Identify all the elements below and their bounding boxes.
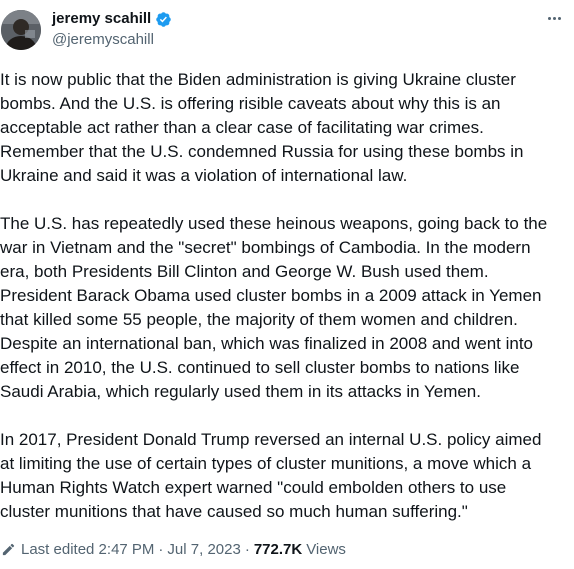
views-label: Views bbox=[306, 540, 346, 558]
tweet-header: jeremy scahill @jeremyscahill bbox=[0, 6, 574, 56]
tweet-metadata: Last edited 2:47 PM · Jul 7, 2023 · 772.… bbox=[1, 539, 346, 559]
more-dot bbox=[552, 16, 556, 20]
author-handle[interactable]: @jeremyscahill bbox=[52, 31, 154, 49]
tweet-paragraph: The U.S. has repeatedly used these heino… bbox=[0, 214, 548, 401]
tweet-text: It is now public that the Biden administ… bbox=[0, 68, 566, 524]
more-dot bbox=[547, 16, 551, 20]
edited-timestamp-link[interactable]: Last edited 2:47 PM bbox=[21, 541, 154, 558]
separator: · bbox=[244, 540, 250, 558]
author-display-name[interactable]: jeremy scahill bbox=[52, 10, 151, 28]
views-count[interactable]: 772.7K bbox=[254, 541, 302, 558]
verified-badge-icon bbox=[155, 11, 172, 28]
more-icon[interactable] bbox=[542, 8, 566, 28]
separator: · bbox=[158, 540, 164, 558]
pencil-icon bbox=[1, 542, 16, 557]
more-dot bbox=[557, 16, 561, 20]
tweet-paragraph: In 2017, President Donald Trump reversed… bbox=[0, 430, 542, 521]
tweet-paragraph: It is now public that the Biden administ… bbox=[0, 70, 524, 185]
author-name-row: jeremy scahill bbox=[52, 10, 172, 28]
avatar[interactable] bbox=[1, 10, 41, 50]
tweet-date[interactable]: Jul 7, 2023 bbox=[167, 541, 240, 558]
